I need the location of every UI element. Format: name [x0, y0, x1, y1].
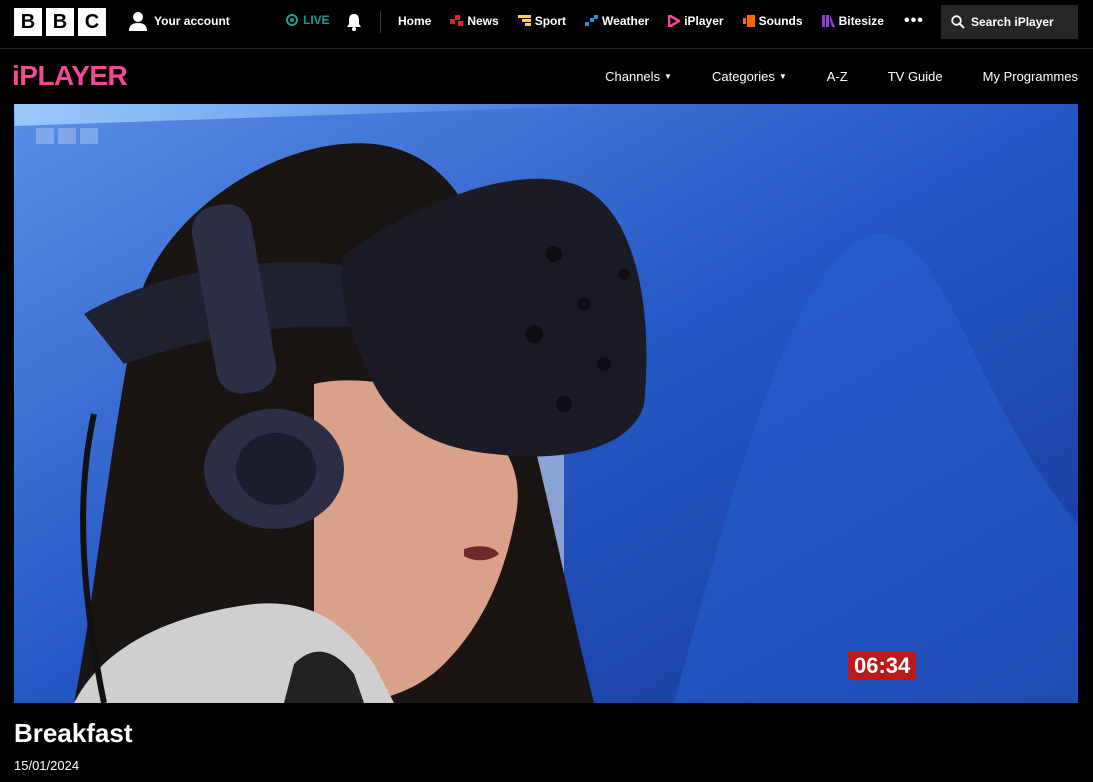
nav-iplayer-label: iPlayer: [684, 14, 724, 28]
programme-date: 15/01/2024: [14, 758, 80, 773]
live-label: LIVE: [303, 13, 330, 27]
nav-divider: [380, 11, 381, 33]
nav-sport-label: Sport: [534, 14, 567, 28]
programme-title: Breakfast: [14, 718, 133, 748]
broadcast-clock: 06:34: [848, 652, 917, 680]
iplayer-logo[interactable]: iPLAYER: [12, 60, 128, 92]
iplayer-nav: Channels ▼ Categories ▼ A-Z TV Guide My …: [565, 69, 1078, 84]
iplayer-icon: [668, 15, 681, 27]
nav-home-label: Home: [398, 14, 432, 28]
bbc-global-nav: B B C Your account LIVE Home News Sport …: [0, 0, 1093, 49]
your-account-link[interactable]: Your account: [128, 11, 230, 31]
search-label: Search iPlayer: [971, 15, 1054, 29]
more-menu-button[interactable]: •••: [904, 12, 924, 30]
nav-tv-guide-label: TV Guide: [887, 69, 943, 84]
nav-sport[interactable]: Sport: [517, 14, 567, 28]
chevron-down-icon: ▼: [778, 72, 787, 81]
nav-a-z[interactable]: A-Z: [827, 69, 848, 84]
sounds-icon: [742, 15, 755, 27]
video-player[interactable]: 06:34: [14, 104, 1078, 703]
notifications-bell-icon[interactable]: [344, 12, 364, 37]
nav-bitesize[interactable]: Bitesize: [821, 14, 884, 28]
iplayer-nav-bar: iPLAYER Channels ▼ Categories ▼ A-Z TV G…: [0, 49, 1093, 104]
nav-channels-label: Channels: [605, 69, 661, 84]
nav-categories[interactable]: Categories ▼: [712, 69, 787, 84]
nav-a-z-label: A-Z: [826, 69, 848, 84]
nav-tv-guide[interactable]: TV Guide: [888, 69, 943, 84]
nav-weather[interactable]: Weather: [585, 14, 649, 28]
search-iplayer-button[interactable]: Search iPlayer: [941, 5, 1078, 39]
search-icon: [951, 15, 965, 29]
nav-sounds-label: Sounds: [758, 14, 803, 28]
user-icon: [129, 12, 147, 31]
weather-icon: [585, 15, 599, 26]
live-link[interactable]: LIVE: [286, 13, 330, 27]
nav-sounds[interactable]: Sounds: [742, 14, 803, 28]
nav-channels[interactable]: Channels ▼: [605, 69, 672, 84]
live-icon: [286, 14, 298, 26]
account-label: Your account: [154, 14, 230, 28]
nav-categories-label: Categories: [711, 69, 775, 84]
bbc-logo-letter: B: [46, 8, 74, 36]
chevron-down-icon: ▼: [664, 72, 672, 81]
nav-news[interactable]: News: [450, 14, 499, 28]
nav-iplayer[interactable]: iPlayer: [668, 14, 724, 28]
nav-news-label: News: [467, 14, 499, 28]
video-frame-image: [14, 104, 1078, 703]
bbc-logo-letter: B: [14, 8, 42, 36]
nav-my-programmes[interactable]: My Programmes: [983, 69, 1078, 84]
nav-my-programmes-label: My Programmes: [982, 69, 1078, 84]
bitesize-icon: [821, 15, 835, 27]
bbc-logo[interactable]: B B C: [14, 8, 106, 36]
bbc-logo-letter: C: [78, 8, 106, 36]
nav-bitesize-label: Bitesize: [838, 14, 884, 28]
news-icon: [450, 15, 464, 26]
bbc-product-nav: Home News Sport Weather iPlayer Sounds B…: [398, 14, 903, 28]
nav-weather-label: Weather: [602, 14, 650, 28]
nav-home[interactable]: Home: [398, 14, 431, 28]
sport-icon: [517, 15, 531, 26]
